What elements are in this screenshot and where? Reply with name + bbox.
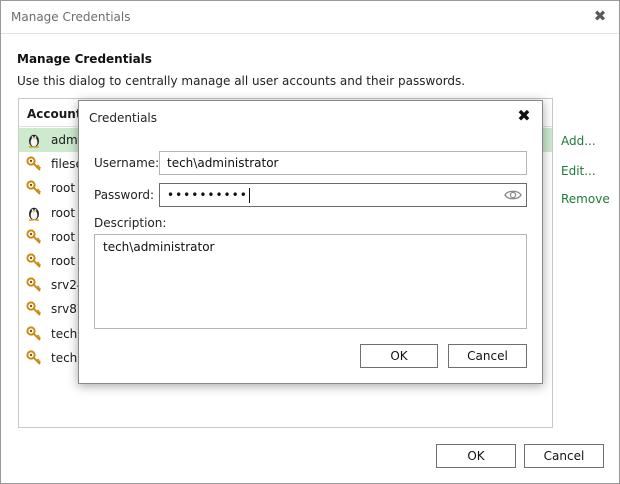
key-icon (26, 350, 42, 366)
key-icon (26, 277, 42, 293)
credentials-dialog: Credentials ✖ Username: Password: ••••••… (78, 100, 543, 384)
edit-button[interactable]: Edit... (561, 164, 596, 178)
window-title: Manage Credentials (11, 10, 131, 24)
key-icon (26, 156, 42, 172)
linux-penguin-icon (26, 132, 42, 148)
password-input[interactable]: •••••••••• (159, 183, 527, 207)
list-item-label: tech. (51, 326, 82, 341)
username-input[interactable] (159, 151, 527, 175)
dialog-close-icon[interactable]: ✖ (515, 107, 533, 125)
key-icon (26, 301, 42, 317)
title-bar: Manage Credentials ✖ (1, 1, 619, 34)
page-heading: Manage Credentials (17, 52, 152, 66)
remove-button[interactable]: Remove (561, 192, 610, 206)
linux-penguin-icon (26, 205, 42, 221)
add-button[interactable]: Add... (561, 134, 596, 148)
window-close-icon[interactable]: ✖ (591, 7, 609, 25)
dialog-ok-button[interactable]: OK (360, 344, 438, 368)
main-ok-button[interactable]: OK (436, 444, 516, 468)
key-icon (26, 253, 42, 269)
dialog-title: Credentials (89, 111, 158, 125)
key-icon (26, 180, 42, 196)
text-caret (248, 187, 250, 203)
list-item-label: root (51, 181, 76, 196)
show-password-eye-icon[interactable] (504, 187, 522, 203)
dialog-cancel-button[interactable]: Cancel (448, 344, 527, 368)
column-account-label: Account (27, 107, 82, 121)
description-label: Description: (94, 216, 167, 230)
main-cancel-button[interactable]: Cancel (524, 444, 604, 468)
description-input[interactable]: tech\administrator (94, 234, 527, 329)
password-field: •••••••••• (159, 183, 527, 207)
username-label: Username: (94, 156, 160, 170)
list-item-label: admi (51, 133, 81, 147)
list-item-label: tech. (51, 350, 82, 365)
list-item-label: root (51, 205, 76, 220)
list-item-label: root (51, 229, 76, 244)
key-icon (26, 325, 42, 342)
key-icon (26, 229, 42, 245)
password-value: •••••••••• (167, 188, 248, 202)
password-label: Password: (94, 188, 155, 202)
list-item-label: root (51, 254, 76, 268)
page-description: Use this dialog to centrally manage all … (17, 74, 466, 88)
